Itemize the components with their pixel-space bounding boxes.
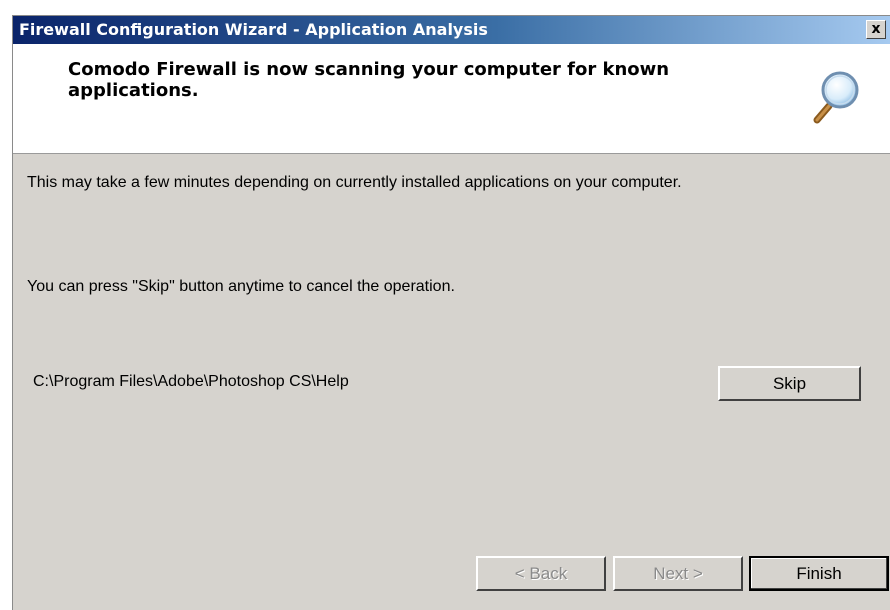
finish-button[interactable]: Finish: [749, 556, 889, 591]
info-text: This may take a few minutes depending on…: [27, 174, 682, 191]
close-icon: x: [871, 21, 881, 37]
finish-button-label: Finish: [796, 564, 842, 583]
next-button-label: Next >: [653, 564, 703, 583]
back-button[interactable]: < Back: [476, 556, 606, 591]
skip-button[interactable]: Skip: [718, 366, 861, 401]
current-scan-path: C:\Program Files\Adobe\Photoshop CS\Help: [33, 373, 349, 390]
skip-instruction-text: You can press "Skip" button anytime to c…: [27, 278, 455, 295]
wizard-header: Comodo Firewall is now scanning your com…: [13, 44, 890, 154]
back-button-label: < Back: [514, 564, 568, 583]
window-title: Firewall Configuration Wizard - Applicat…: [19, 20, 488, 39]
title-bar[interactable]: Firewall Configuration Wizard - Applicat…: [13, 16, 890, 44]
header-message: Comodo Firewall is now scanning your com…: [68, 59, 670, 101]
skip-button-label: Skip: [772, 374, 807, 393]
wizard-dialog: Firewall Configuration Wizard - Applicat…: [12, 15, 890, 610]
magnifier-icon: [813, 71, 859, 124]
close-button[interactable]: x: [866, 20, 886, 39]
next-button[interactable]: Next >: [613, 556, 743, 591]
